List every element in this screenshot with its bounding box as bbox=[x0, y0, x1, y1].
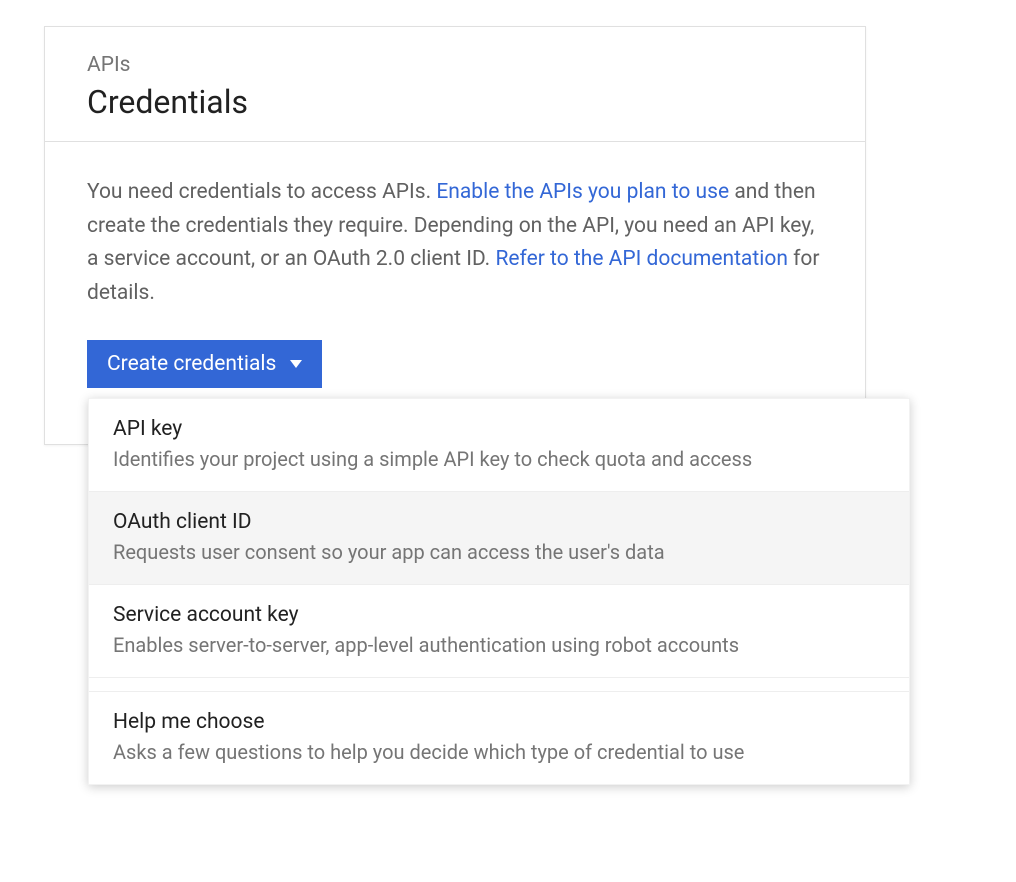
menu-item-desc: Enables server-to-server, app-level auth… bbox=[113, 633, 885, 657]
menu-item-desc: Identifies your project using a simple A… bbox=[113, 447, 885, 471]
menu-item-title: Service account key bbox=[113, 603, 885, 627]
menu-item-desc: Requests user consent so your app can ac… bbox=[113, 540, 885, 564]
menu-item-oauth-client-id[interactable]: OAuth client ID Requests user consent so… bbox=[89, 492, 909, 585]
menu-item-service-account-key[interactable]: Service account key Enables server-to-se… bbox=[89, 585, 909, 678]
api-docs-link[interactable]: Refer to the API documentation bbox=[495, 247, 787, 271]
menu-item-help-me-choose[interactable]: Help me choose Asks a few questions to h… bbox=[89, 692, 909, 784]
create-credentials-menu: API key Identifies your project using a … bbox=[88, 398, 910, 785]
page-title: Credentials bbox=[87, 83, 823, 121]
menu-divider bbox=[89, 678, 909, 692]
menu-item-title: OAuth client ID bbox=[113, 510, 885, 534]
card-header: APIs Credentials bbox=[45, 27, 865, 142]
menu-item-title: API key bbox=[113, 417, 885, 441]
intro-text-1: You need credentials to access APIs. bbox=[87, 180, 436, 204]
menu-item-api-key[interactable]: API key Identifies your project using a … bbox=[89, 399, 909, 492]
credentials-card: APIs Credentials You need credentials to… bbox=[44, 26, 866, 445]
section-label: APIs bbox=[87, 53, 823, 77]
intro-text: You need credentials to access APIs. Ena… bbox=[87, 176, 823, 310]
menu-item-desc: Asks a few questions to help you decide … bbox=[113, 740, 885, 764]
caret-down-icon bbox=[290, 360, 302, 368]
enable-apis-link[interactable]: Enable the APIs you plan to use bbox=[436, 180, 729, 204]
create-credentials-label: Create credentials bbox=[107, 352, 276, 376]
create-credentials-button[interactable]: Create credentials bbox=[87, 340, 322, 388]
menu-item-title: Help me choose bbox=[113, 710, 885, 734]
